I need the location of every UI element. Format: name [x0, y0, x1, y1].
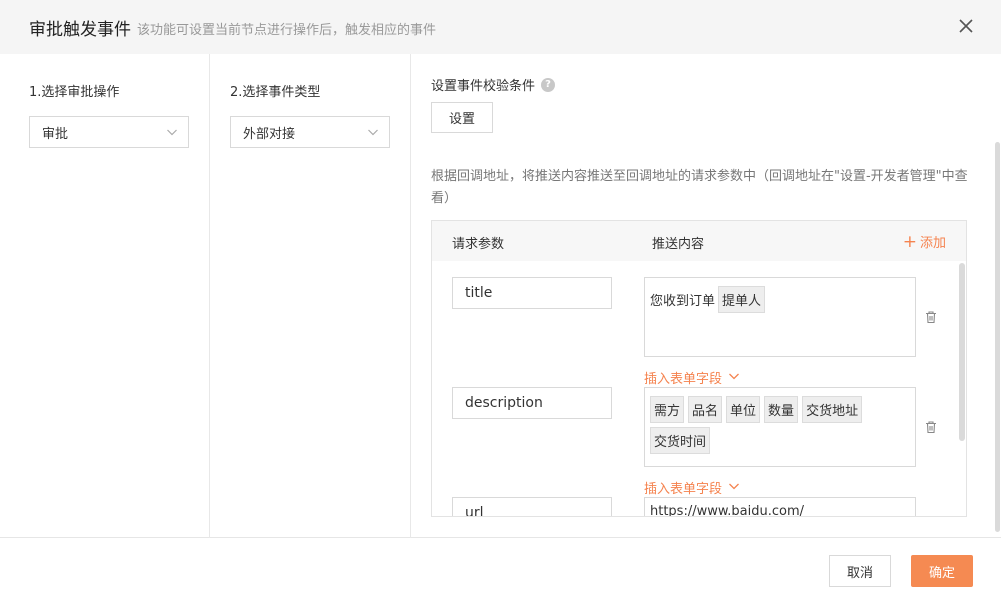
content-line: https://www.baidu.com/ — [650, 504, 910, 517]
condition-label-row: 设置事件校验条件 ? — [431, 75, 556, 94]
content-field-description[interactable]: 需方 品名 单位 数量 交货地址 交货时间 — [644, 387, 916, 467]
add-row-label: 添加 — [919, 236, 946, 251]
table-header: 请求参数 推送内容 + 添加 — [432, 221, 966, 261]
content-text: https://www.baidu.com/ — [650, 504, 805, 517]
event-type-select[interactable]: 外部对接 — [230, 116, 390, 148]
field-tag[interactable]: 数量 — [764, 396, 799, 423]
condition-label: 设置事件校验条件 — [431, 79, 536, 94]
insert-form-field-label: 插入表单字段 — [644, 482, 723, 497]
trash-icon[interactable] — [924, 310, 938, 324]
column-header-param: 请求参数 — [452, 237, 505, 252]
chevron-down-icon — [367, 126, 379, 142]
add-row-button[interactable]: + 添加 — [903, 232, 946, 251]
approval-action-select[interactable]: 审批 — [29, 116, 189, 148]
step2-label: 2.选择事件类型 — [230, 85, 321, 100]
insert-form-field-link[interactable]: 插入表单字段 — [644, 478, 740, 497]
callback-description: 根据回调地址，将推送内容推送至回调地址的请求参数中（回调地址在"设置-开发者管理… — [431, 169, 968, 206]
column-header-content: 推送内容 — [652, 237, 705, 252]
table-scrollbar[interactable] — [959, 263, 965, 441]
cancel-button[interactable]: 取消 — [829, 555, 891, 587]
chevron-down-icon — [166, 126, 178, 142]
step1-panel: 1.选择审批操作 审批 — [0, 54, 210, 538]
approval-action-value: 审批 — [42, 126, 69, 142]
content-text: 您收到订单 — [650, 294, 716, 309]
field-tag[interactable]: 交货时间 — [650, 427, 711, 454]
step1-label: 1.选择审批操作 — [29, 85, 120, 100]
field-tag[interactable]: 单位 — [726, 396, 761, 423]
field-tag[interactable]: 交货地址 — [802, 396, 863, 423]
dialog-body: 1.选择审批操作 审批 2.选择事件类型 外部对接 设置事件校验条件 ? 设置 … — [0, 54, 1001, 538]
param-input-title[interactable]: title — [452, 277, 612, 309]
step2-panel: 2.选择事件类型 外部对接 — [210, 54, 411, 538]
event-config-panel: 设置事件校验条件 ? 设置 根据回调地址，将推送内容推送至回调地址的请求参数中（… — [411, 54, 1001, 538]
help-icon[interactable]: ? — [541, 77, 556, 92]
dialog-subtitle: 该功能可设置当前节点进行操作后，触发相应的事件 — [137, 23, 437, 38]
insert-form-field-link[interactable]: 插入表单字段 — [644, 368, 740, 387]
field-tag[interactable]: 品名 — [688, 396, 723, 423]
plus-icon: + — [902, 231, 917, 252]
content-field-title[interactable]: 您收到订单 提单人 — [644, 277, 916, 357]
dialog-title: 审批触发事件 — [29, 19, 131, 40]
content-field-url[interactable]: https://www.baidu.com/ — [644, 497, 916, 517]
close-icon[interactable] — [957, 17, 975, 35]
chevron-down-icon — [728, 370, 740, 386]
param-input-description[interactable]: description — [452, 387, 612, 419]
field-tag[interactable]: 需方 — [650, 396, 685, 423]
trash-icon[interactable] — [924, 420, 938, 434]
content-line: 您收到订单 提单人 — [650, 284, 910, 315]
event-type-value: 外部对接 — [243, 126, 296, 142]
confirm-button[interactable]: 确定 — [911, 555, 973, 587]
dialog-header: 审批触发事件 该功能可设置当前节点进行操作后，触发相应的事件 — [0, 0, 1001, 54]
panel-scrollbar[interactable] — [995, 142, 1000, 532]
dialog-footer: 取消 确定 — [0, 539, 1001, 600]
approval-event-dialog: 审批触发事件 该功能可设置当前节点进行操作后，触发相应的事件 1.选择审批操作 … — [0, 0, 1001, 600]
chevron-down-icon — [728, 480, 740, 496]
insert-form-field-label: 插入表单字段 — [644, 372, 723, 387]
push-params-table: 请求参数 推送内容 + 添加 title 您收到订单 提单人 插入表单字段 de… — [431, 220, 967, 517]
set-condition-button[interactable]: 设置 — [431, 102, 493, 133]
field-tag[interactable]: 提单人 — [718, 286, 766, 313]
param-input-url[interactable]: url — [452, 497, 612, 516]
content-line: 需方 品名 单位 数量 交货地址 交货时间 — [650, 394, 910, 456]
